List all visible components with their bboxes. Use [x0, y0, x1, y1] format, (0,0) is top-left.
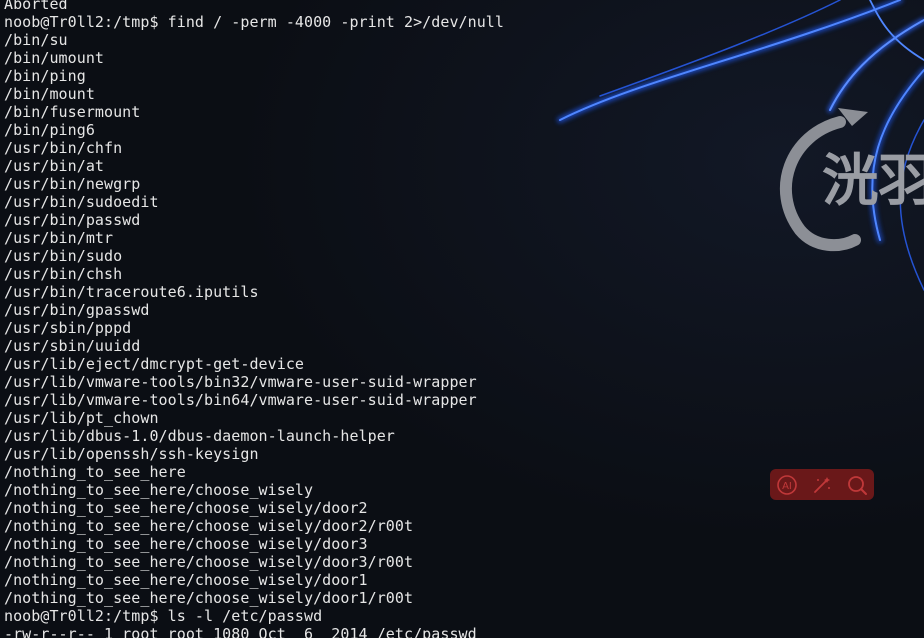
terminal-output-line: /usr/bin/mtr	[4, 229, 114, 247]
terminal-output-line: /bin/ping	[4, 67, 86, 85]
terminal-output-line: -rw-r--r-- 1 root root 1080 Oct 6 2014 /…	[4, 625, 477, 638]
terminal-output-line: /nothing_to_see_here/choose_wisely/door1	[4, 571, 368, 589]
terminal-output-line: /usr/bin/sudoedit	[4, 193, 159, 211]
terminal-output-line: /usr/bin/traceroute6.iputils	[4, 283, 259, 301]
terminal-output-line: /bin/fusermount	[4, 103, 141, 121]
magic-wand-icon	[814, 476, 830, 493]
search-button[interactable]	[845, 473, 869, 497]
terminal-output-line: /usr/bin/chsh	[4, 265, 123, 283]
terminal-output-line: Aborted	[4, 0, 68, 13]
terminal-output-line: /nothing_to_see_here/choose_wisely/door2	[4, 499, 368, 517]
terminal-output-line: /usr/lib/eject/dmcrypt-get-device	[4, 355, 304, 373]
terminal-output-line: /usr/lib/vmware-tools/bin32/vmware-user-…	[4, 373, 477, 391]
terminal-output-line: /nothing_to_see_here/choose_wisely/door3	[4, 535, 368, 553]
terminal-output-line: /usr/bin/passwd	[4, 211, 141, 229]
terminal-output[interactable]: Aborted noob@Tr0ll2:/tmp$ find / -perm -4…	[0, 0, 924, 638]
terminal-output-line: /nothing_to_see_here/choose_wisely/door2…	[4, 517, 414, 535]
terminal-output-line: /nothing_to_see_here	[4, 463, 186, 481]
terminal-output-line: /bin/umount	[4, 49, 104, 67]
terminal-output-line: /usr/lib/dbus-1.0/dbus-daemon-launch-hel…	[4, 427, 395, 445]
terminal-output-line: /bin/ping6	[4, 121, 95, 139]
terminal-output-line: /usr/bin/at	[4, 157, 104, 175]
terminal-command-line: noob@Tr0ll2:/tmp$ find / -perm -4000 -pr…	[4, 13, 504, 31]
terminal-output-line: /usr/bin/chfn	[4, 139, 123, 157]
terminal-output-line: /nothing_to_see_here/choose_wisely	[4, 481, 314, 499]
terminal-output-line: /nothing_to_see_here/choose_wisely/door1…	[4, 589, 414, 607]
search-icon	[847, 475, 867, 495]
terminal-output-line: /usr/bin/newgrp	[4, 175, 141, 193]
terminal-output-line: /bin/mount	[4, 85, 95, 103]
ai-button[interactable]: AI	[775, 473, 799, 497]
terminal-output-line: /usr/bin/sudo	[4, 247, 123, 265]
terminal-output-line: /usr/sbin/pppd	[4, 319, 132, 337]
terminal-command-line: noob@Tr0ll2:/tmp$ ls -l /etc/passwd	[4, 607, 323, 625]
terminal-output-line: /bin/su	[4, 31, 68, 49]
terminal-output-line: /nothing_to_see_here/choose_wisely/door3…	[4, 553, 414, 571]
terminal-output-line: /usr/lib/vmware-tools/bin64/vmware-user-…	[4, 391, 477, 409]
terminal-output-line: /usr/lib/pt_chown	[4, 409, 159, 427]
terminal-output-line: /usr/lib/openssh/ssh-keysign	[4, 445, 259, 463]
floating-toolbar: AI	[770, 469, 874, 500]
ai-icon: AI	[777, 474, 798, 495]
magic-wand-button[interactable]	[810, 473, 834, 497]
terminal-output-line: /usr/bin/gpasswd	[4, 301, 150, 319]
terminal-output-line: /usr/sbin/uuidd	[4, 337, 141, 355]
svg-text:AI: AI	[782, 481, 792, 492]
